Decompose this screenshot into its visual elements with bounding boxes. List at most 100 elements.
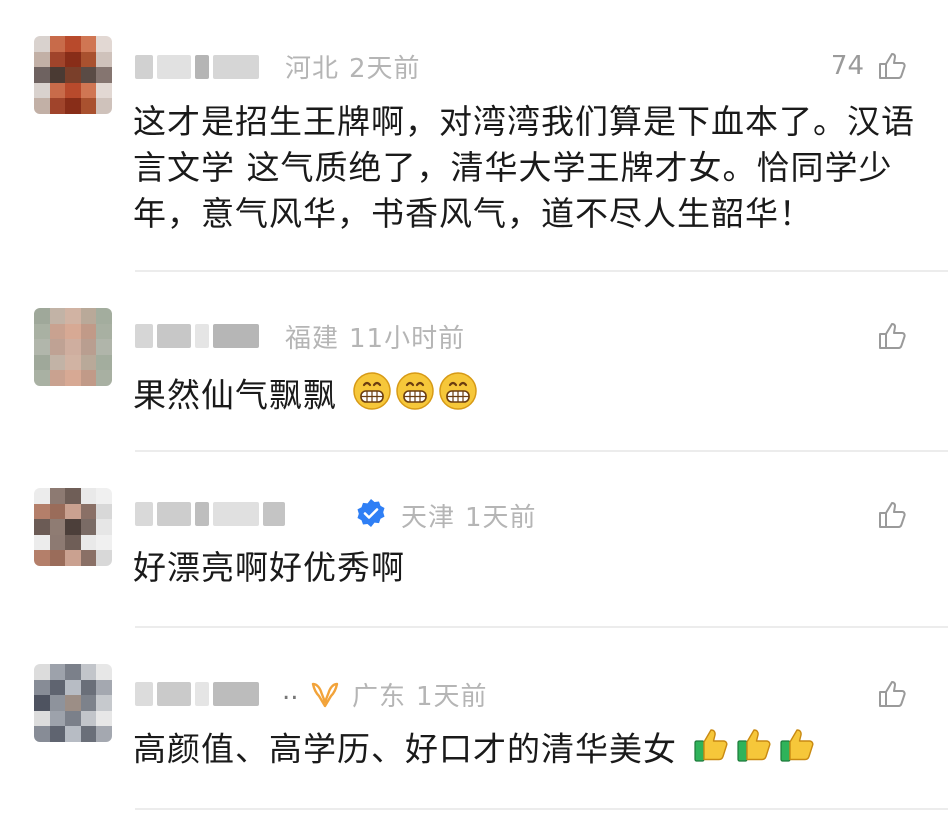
avatar-mosaic-cell (65, 695, 81, 711)
thumbs-up-icon (879, 681, 906, 707)
avatar-mosaic-cell (80, 82, 97, 99)
avatar-mosaic-cell (34, 323, 50, 340)
comment-text: 好漂亮啊好优秀啊 (133, 548, 405, 587)
comment-text: 果然仙气飘飘 (133, 371, 918, 423)
avatar-mosaic-cell (34, 550, 50, 566)
username-blurred[interactable] (135, 499, 285, 529)
avatar-mosaic-cell (65, 710, 81, 727)
avatar-mosaic-cell (80, 550, 97, 566)
username-blur-block (195, 324, 209, 348)
comment-meta: 广东 1天前 (352, 676, 488, 713)
comment-item[interactable]: 天津 1天前 好漂亮啊好优秀啊 (0, 452, 948, 626)
avatar-mosaic-cell (49, 664, 66, 680)
avatar-mosaic-cell (65, 534, 81, 551)
avatar-mosaic-cell (49, 550, 66, 566)
avatar-mosaic-cell (80, 36, 97, 52)
verified-badge-icon (357, 499, 385, 527)
username-blurred[interactable] (135, 52, 259, 82)
comment-item[interactable]: .. 广东 1天前 高颜值、高学历、好口才的清华美女 (0, 628, 948, 808)
comment-text-content: 高颜值、高学历、好口才的清华美女 (133, 729, 677, 769)
avatar-mosaic-cell (34, 679, 50, 696)
avatar-mosaic-cell (96, 664, 112, 680)
avatar-mosaic-cell (96, 98, 112, 114)
avatar-mosaic-cell (49, 67, 66, 83)
avatar-mosaic-cell (65, 726, 81, 742)
avatar-mosaic-cell (49, 534, 66, 551)
avatar-mosaic-cell (65, 308, 81, 324)
avatar-mosaic-cell (65, 36, 81, 52)
avatar-mosaic-cell (34, 51, 50, 68)
avatar-mosaic-cell (80, 726, 97, 742)
thumbs-up-emoji-icon (778, 725, 818, 777)
avatar-mosaic-cell (65, 339, 81, 355)
avatar-mosaic-cell (65, 67, 81, 83)
avatar-mosaic-cell (34, 36, 50, 52)
avatar-mosaic-cell (34, 82, 50, 99)
avatar-mosaic-cell (49, 323, 66, 340)
username-blur-block (195, 682, 209, 706)
avatar[interactable] (34, 36, 112, 114)
comment-item[interactable]: 河北 2天前 74 这才是招生王牌啊，对湾湾我们算是下血本了。汉语言文学 这气质绝… (0, 0, 948, 270)
avatar-mosaic-cell (80, 710, 97, 727)
avatar-mosaic-cell (96, 534, 112, 551)
like-button[interactable] (864, 499, 908, 531)
username-blur-block (157, 502, 191, 526)
username-blur-block (157, 682, 191, 706)
avatar-mosaic-cell (49, 354, 66, 371)
username-blur-block (157, 324, 191, 348)
avatar[interactable] (34, 488, 112, 566)
avatar-mosaic-cell (96, 339, 112, 355)
avatar-mosaic-cell (96, 695, 112, 711)
username-blurred[interactable] (135, 321, 259, 351)
avatar-mosaic-cell (80, 308, 97, 324)
time-label: 1天前 (416, 682, 488, 712)
grin-emoji-icon (395, 371, 435, 423)
avatar-mosaic-cell (49, 339, 66, 355)
avatar-mosaic-cell (65, 354, 81, 371)
username-blur-block (195, 55, 209, 79)
username-blur-block (213, 324, 259, 348)
username-blur-block (157, 55, 191, 79)
avatar-mosaic-cell (80, 534, 97, 551)
avatar-mosaic-cell (80, 370, 97, 386)
avatar[interactable] (34, 664, 112, 742)
avatar-mosaic-cell (96, 308, 112, 324)
time-label: 11小时前 (349, 324, 466, 354)
location-label: 天津 (401, 503, 456, 533)
comment-item[interactable]: 福建 11小时前 果然仙气飘飘 (0, 272, 948, 450)
like-count: 74 (830, 51, 864, 81)
comment-text: 高颜值、高学历、好口才的清华美女 (133, 725, 918, 777)
location-label: 福建 (285, 324, 340, 354)
like-button[interactable] (864, 678, 908, 710)
avatar-mosaic-cell (65, 664, 81, 680)
avatar-mosaic-cell (49, 36, 66, 52)
like-button[interactable]: 74 (831, 50, 908, 82)
avatar-mosaic-cell (96, 519, 112, 535)
avatar-mosaic-cell (96, 370, 112, 386)
avatar-mosaic-cell (96, 679, 112, 696)
avatar-mosaic-cell (34, 695, 50, 711)
username-blur-block (135, 502, 153, 526)
avatar-mosaic-cell (49, 82, 66, 99)
location-label: 河北 (285, 54, 340, 84)
avatar-mosaic-cell (34, 370, 50, 386)
username-blurred[interactable] (135, 679, 259, 709)
username-blur-block (135, 324, 153, 348)
avatar-mosaic-cell (96, 726, 112, 742)
avatar-mosaic-cell (96, 503, 112, 520)
avatar-mosaic-cell (65, 51, 81, 68)
avatar-mosaic-cell (96, 323, 112, 340)
avatar-mosaic-cell (80, 503, 97, 520)
avatar-mosaic-cell (34, 664, 50, 680)
avatar[interactable] (34, 308, 112, 386)
username-blur-block (263, 502, 285, 526)
like-button[interactable] (864, 320, 908, 352)
avatar-mosaic-cell (65, 323, 81, 340)
avatar-mosaic-cell (49, 679, 66, 696)
avatar-mosaic-cell (65, 519, 81, 535)
thumbs-up-icon (879, 323, 906, 349)
avatar-mosaic-cell (65, 488, 81, 504)
avatar-mosaic-cell (34, 98, 50, 114)
avatar-mosaic-cell (96, 67, 112, 83)
avatar-mosaic-cell (34, 503, 50, 520)
